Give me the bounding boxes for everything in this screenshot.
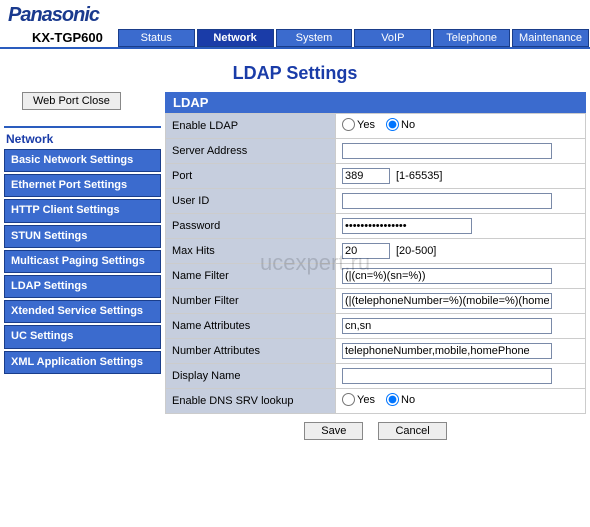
save-button[interactable]: Save — [304, 422, 363, 440]
nav-system[interactable]: System — [276, 29, 353, 47]
label-port: Port — [166, 164, 336, 189]
cancel-button[interactable]: Cancel — [378, 422, 446, 440]
sidebar-item-multicast-paging[interactable]: Multicast Paging Settings — [4, 250, 161, 273]
sidebar-item-stun[interactable]: STUN Settings — [4, 225, 161, 248]
sidebar-item-uc[interactable]: UC Settings — [4, 325, 161, 348]
side-nav: Basic Network Settings Ethernet Port Set… — [4, 149, 161, 376]
name-attributes-input[interactable] — [342, 318, 552, 334]
enable-dns-yes-radio[interactable] — [342, 393, 355, 406]
label-enable-ldap: Enable LDAP — [166, 114, 336, 139]
brand-logo: Panasonic — [8, 4, 590, 27]
sidebar-item-xml-application[interactable]: XML Application Settings — [4, 351, 161, 374]
enable-dns-no-radio[interactable] — [386, 393, 399, 406]
label-display-name: Display Name — [166, 364, 336, 389]
top-nav: Status Network System VoIP Telephone Mai… — [117, 29, 590, 47]
user-id-input[interactable] — [342, 193, 552, 209]
enable-ldap-no-radio[interactable] — [386, 118, 399, 131]
web-port-close-button[interactable]: Web Port Close — [22, 92, 121, 110]
yes-label-2: Yes — [357, 394, 375, 406]
no-label-2: No — [401, 394, 415, 406]
page-title: LDAP Settings — [0, 49, 590, 92]
side-nav-title: Network — [6, 132, 161, 146]
nav-telephone[interactable]: Telephone — [433, 29, 510, 47]
name-filter-input[interactable] — [342, 268, 552, 284]
label-user-id: User ID — [166, 189, 336, 214]
sidebar-item-http-client[interactable]: HTTP Client Settings — [4, 199, 161, 222]
label-max-hits: Max Hits — [166, 239, 336, 264]
sidebar-item-ldap[interactable]: LDAP Settings — [4, 275, 161, 298]
sidebar-item-basic-network[interactable]: Basic Network Settings — [4, 149, 161, 172]
port-hint: [1-65535] — [396, 170, 442, 182]
password-input[interactable] — [342, 218, 472, 234]
label-enable-dns: Enable DNS SRV lookup — [166, 389, 336, 414]
max-hits-input[interactable] — [342, 243, 390, 259]
port-input[interactable] — [342, 168, 390, 184]
settings-table: Enable LDAP Yes No Server Address Port [… — [165, 113, 586, 414]
nav-voip[interactable]: VoIP — [354, 29, 431, 47]
no-label: No — [401, 119, 415, 131]
sidebar-item-xtended-service[interactable]: Xtended Service Settings — [4, 300, 161, 323]
model-label: KX-TGP600 — [8, 30, 117, 47]
nav-network[interactable]: Network — [197, 29, 274, 47]
number-filter-input[interactable] — [342, 293, 552, 309]
section-header: LDAP — [165, 92, 586, 113]
nav-maintenance[interactable]: Maintenance — [512, 29, 589, 47]
number-attributes-input[interactable] — [342, 343, 552, 359]
enable-ldap-yes-radio[interactable] — [342, 118, 355, 131]
divider — [4, 126, 161, 128]
sidebar-item-ethernet-port[interactable]: Ethernet Port Settings — [4, 174, 161, 197]
label-name-filter: Name Filter — [166, 264, 336, 289]
max-hits-hint: [20-500] — [396, 245, 436, 257]
label-server-address: Server Address — [166, 139, 336, 164]
label-name-attributes: Name Attributes — [166, 314, 336, 339]
yes-label: Yes — [357, 119, 375, 131]
label-number-attributes: Number Attributes — [166, 339, 336, 364]
server-address-input[interactable] — [342, 143, 552, 159]
label-number-filter: Number Filter — [166, 289, 336, 314]
nav-status[interactable]: Status — [118, 29, 195, 47]
label-password: Password — [166, 214, 336, 239]
display-name-input[interactable] — [342, 368, 552, 384]
